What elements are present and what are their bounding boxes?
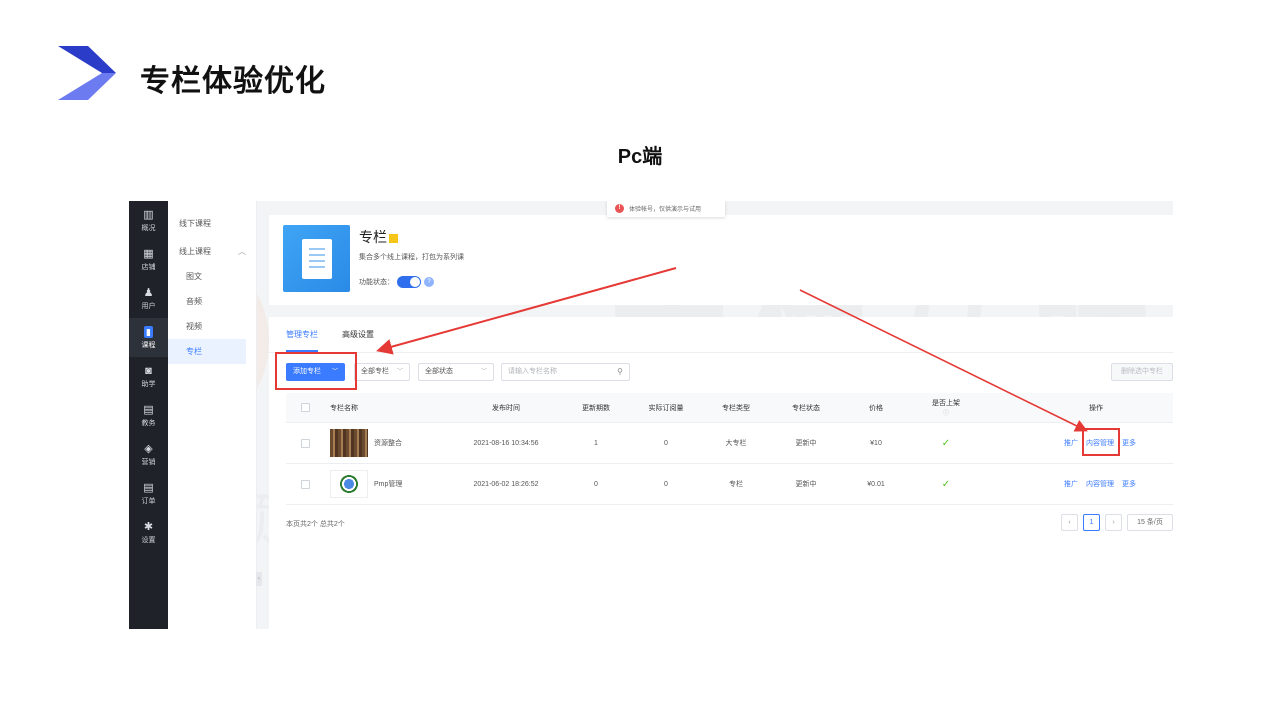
annotation-arrows	[376, 267, 1088, 432]
arrow-to-content-manage	[799, 289, 1088, 432]
arrow-to-add-button	[376, 267, 677, 355]
